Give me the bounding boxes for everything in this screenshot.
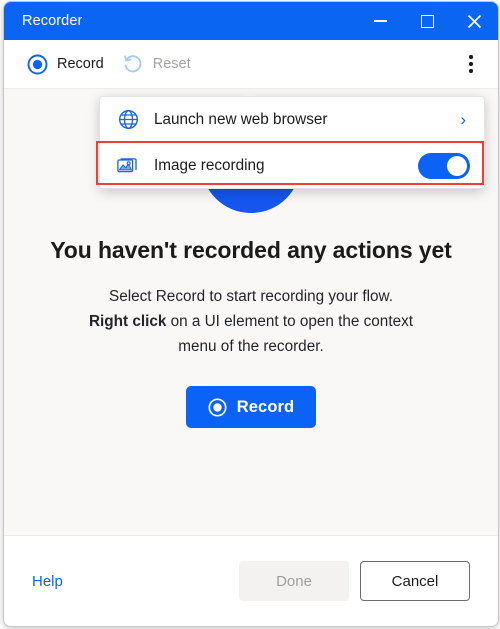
description-line-1: Select Record to start recording your fl… <box>109 288 393 305</box>
title-bar: Recorder <box>4 2 498 40</box>
page-title: You haven't recorded any actions yet <box>50 237 452 263</box>
maximize-icon <box>421 14 434 28</box>
more-vertical-icon-dot <box>469 55 473 59</box>
description-line-2: Right click on a UI element to open the … <box>51 309 451 334</box>
close-button[interactable] <box>451 2 498 40</box>
footer-actions: Done Cancel <box>239 561 470 601</box>
globe-icon <box>116 109 140 130</box>
image-icon <box>116 156 140 176</box>
menu-item-trailing: › <box>460 111 470 128</box>
window-title: Recorder <box>22 12 83 29</box>
recorder-window: Recorder Record Reset You haven't record… <box>3 1 499 627</box>
cancel-button[interactable]: Cancel <box>360 561 470 601</box>
description-line-2-rest: on a UI element to open the context <box>166 313 413 330</box>
overflow-menu: Launch new web browser › Image recording <box>99 96 485 189</box>
minimize-icon <box>374 20 387 22</box>
help-link[interactable]: Help <box>32 573 63 590</box>
description-line-3: menu of the recorder. <box>178 338 324 355</box>
caption-button-group <box>357 2 498 40</box>
record-target-icon <box>208 397 227 417</box>
app-root: Recorder Record Reset You haven't record… <box>0 0 500 629</box>
record-button-label: Record <box>236 397 295 416</box>
toolbar-reset-label: Reset <box>152 55 191 72</box>
record-button[interactable]: Record <box>185 386 317 428</box>
footer-bar: Help Done Cancel <box>4 535 498 626</box>
menu-item-launch-new-web-browser[interactable]: Launch new web browser › <box>100 97 484 142</box>
toolbar-record-button[interactable]: Record <box>18 49 113 80</box>
toolbar-more-button[interactable] <box>456 49 486 79</box>
image-recording-toggle[interactable] <box>418 152 470 179</box>
description-bold-emphasis: Right click <box>89 313 167 330</box>
menu-item-label: Launch new web browser <box>154 110 328 128</box>
maximize-button[interactable] <box>404 2 451 40</box>
menu-item-label: Image recording <box>154 156 265 174</box>
empty-state-description: Select Record to start recording your fl… <box>51 284 451 359</box>
more-vertical-icon-dot <box>469 69 473 73</box>
close-icon <box>467 14 482 28</box>
more-vertical-icon-dot <box>469 62 473 66</box>
toolbar-reset-button[interactable]: Reset <box>113 48 200 80</box>
record-target-icon <box>27 54 48 74</box>
toolbar-record-label: Record <box>57 55 104 72</box>
toggle-knob <box>447 155 467 176</box>
done-button[interactable]: Done <box>239 561 349 601</box>
menu-item-trailing <box>418 152 470 179</box>
minimize-button[interactable] <box>357 2 404 40</box>
toolbar: Record Reset <box>4 40 498 88</box>
chevron-right-icon: › <box>460 110 466 129</box>
reset-undo-icon <box>123 55 142 73</box>
menu-item-image-recording[interactable]: Image recording <box>100 143 484 188</box>
